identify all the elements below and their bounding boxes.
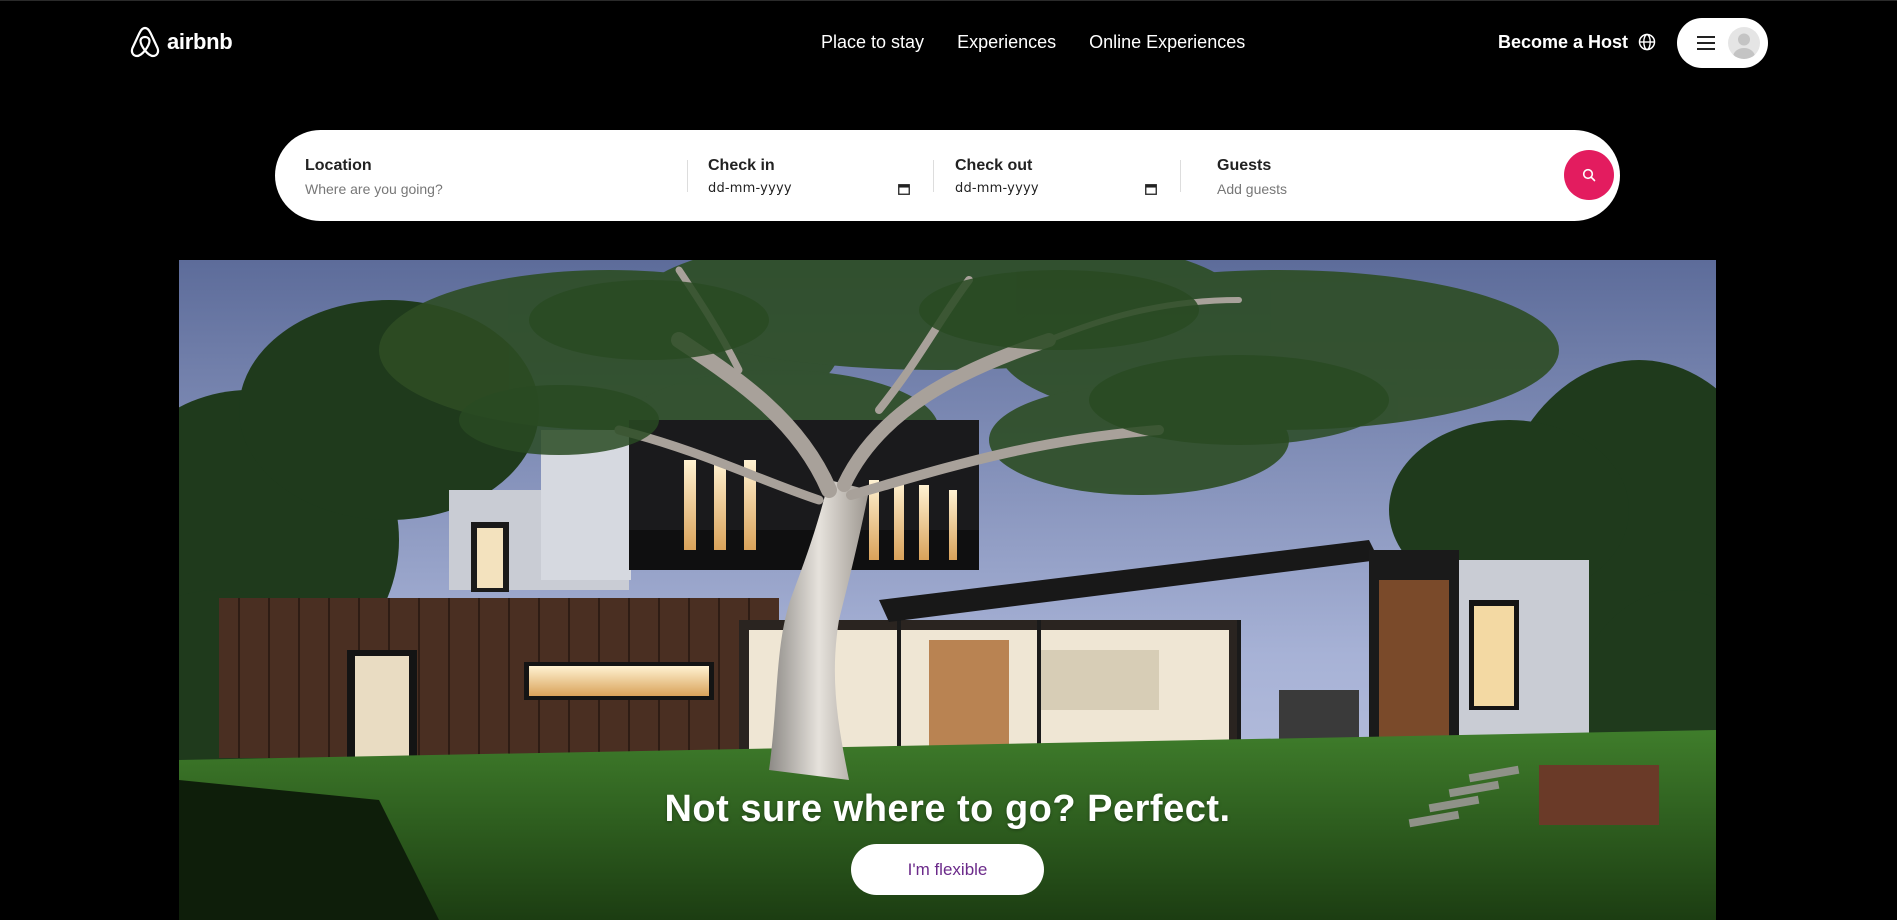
check-out-value: dd-mm-yyyy <box>955 181 1039 196</box>
nav-item-online-experiences[interactable]: Online Experiences <box>1089 32 1245 53</box>
check-in-field[interactable]: Check in dd-mm-yyyy <box>708 157 910 196</box>
hero-section: Not sure where to go? Perfect. I'm flexi… <box>179 260 1716 920</box>
brand-name: airbnb <box>167 29 233 54</box>
become-host-link[interactable]: Become a Host <box>1498 32 1628 53</box>
check-in-label: Check in <box>708 157 775 174</box>
check-in-date-input[interactable]: dd-mm-yyyy <box>708 181 910 196</box>
search-button[interactable] <box>1564 150 1614 200</box>
divider <box>933 160 934 192</box>
guests-input[interactable]: Add guests <box>1217 181 1287 197</box>
im-flexible-button[interactable]: I'm flexible <box>851 844 1044 895</box>
calendar-icon[interactable] <box>1145 183 1157 195</box>
globe-icon[interactable] <box>1638 33 1656 51</box>
location-field[interactable]: Location Where are you going? <box>305 157 443 197</box>
nav-item-experiences[interactable]: Experiences <box>957 32 1056 53</box>
airbnb-logo-icon <box>130 26 160 58</box>
nav-item-place-to-stay[interactable]: Place to stay <box>821 32 924 53</box>
profile-menu-button[interactable] <box>1677 18 1768 68</box>
user-avatar-icon <box>1728 27 1760 59</box>
search-icon <box>1582 168 1596 182</box>
calendar-icon[interactable] <box>898 183 910 195</box>
search-bar: Location Where are you going? Check in d… <box>275 130 1620 221</box>
guests-label: Guests <box>1217 157 1272 174</box>
hamburger-icon <box>1697 36 1715 50</box>
brand-logo[interactable]: airbnb <box>129 25 233 59</box>
divider <box>1180 160 1181 192</box>
check-out-date-input[interactable]: dd-mm-yyyy <box>955 181 1157 196</box>
guests-field[interactable]: Guests Add guests <box>1217 157 1287 197</box>
location-input[interactable]: Where are you going? <box>305 181 443 197</box>
check-out-label: Check out <box>955 157 1033 174</box>
check-in-value: dd-mm-yyyy <box>708 181 792 196</box>
check-out-field[interactable]: Check out dd-mm-yyyy <box>955 157 1157 196</box>
divider <box>687 160 688 192</box>
top-header: airbnb Place to stay Experiences Online … <box>0 0 1897 84</box>
hero-title: Not sure where to go? Perfect. <box>664 788 1231 830</box>
main-nav: Place to stay Experiences Online Experie… <box>821 32 1245 53</box>
location-label: Location <box>305 157 372 174</box>
